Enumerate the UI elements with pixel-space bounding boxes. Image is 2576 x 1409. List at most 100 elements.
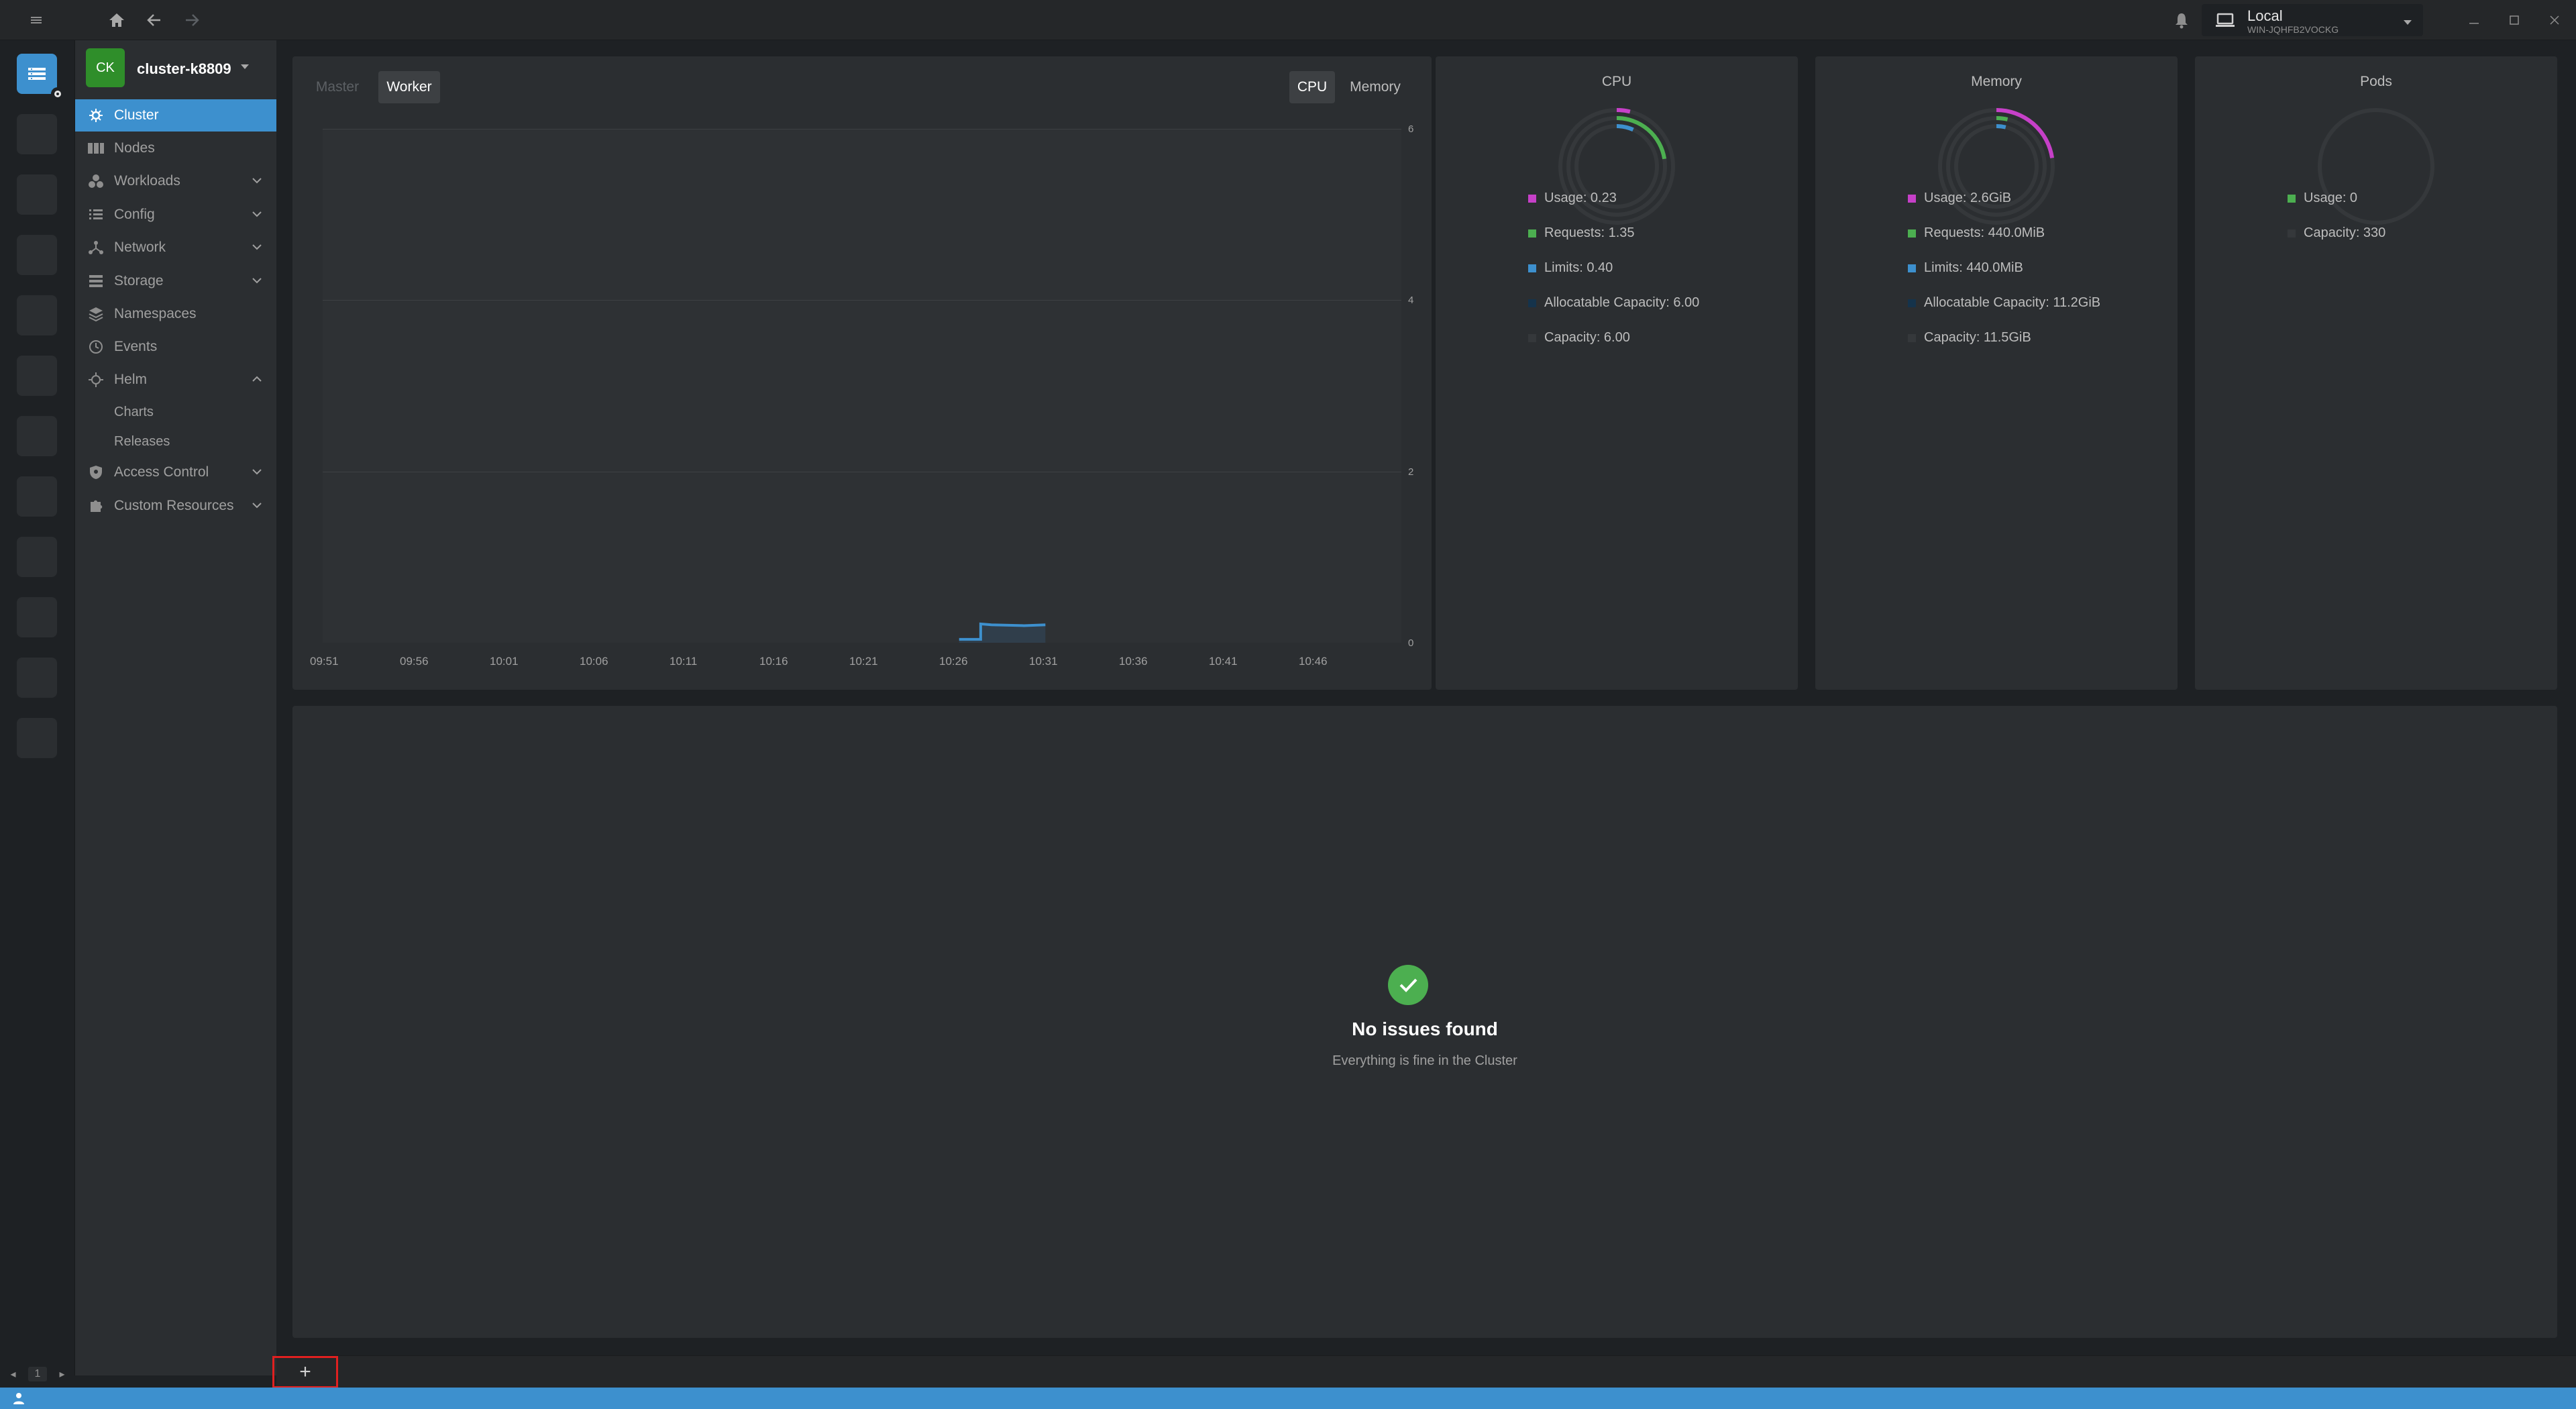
sidebar-item-network[interactable]: Network	[75, 231, 276, 264]
back-arrow-icon[interactable]	[144, 9, 165, 31]
cluster-icon	[86, 105, 106, 125]
chevron-down-icon	[251, 208, 263, 224]
chevron-down-icon	[251, 241, 263, 257]
maximize-icon[interactable]	[2504, 9, 2525, 31]
x-tick-label: 10:11	[669, 655, 698, 668]
memory-legend-allocatable: Allocatable Capacity: 11.2GiB	[1908, 295, 2100, 311]
pods-panel-title: Pods	[2360, 74, 2392, 89]
forward-arrow-icon[interactable]	[181, 9, 203, 31]
metrics-panel: Master Worker CPU Memory 6 4 2 0 09:51 09…	[292, 56, 1432, 690]
hotbar-slot[interactable]	[17, 235, 57, 275]
chevron-down-icon	[251, 174, 263, 191]
cpu-legend-allocatable: Allocatable Capacity: 6.00	[1528, 295, 1699, 311]
chevron-down-icon	[2403, 17, 2412, 30]
sidebar-item-helm[interactable]: Helm	[75, 364, 276, 396]
cpu-legend-requests: Requests: 1.35	[1528, 225, 1635, 241]
hotbar-slot[interactable]	[17, 658, 57, 698]
sidebar-item-config[interactable]: Config	[75, 199, 276, 231]
workloads-icon	[86, 171, 106, 191]
sidebar-item-charts[interactable]: Charts	[114, 405, 154, 420]
hotbar-slot[interactable]	[17, 174, 57, 215]
cluster-list-icon	[28, 68, 46, 80]
memory-legend-capacity: Capacity: 11.5GiB	[1908, 330, 2031, 346]
issues-panel: No issues found Everything is fine in th…	[292, 706, 2557, 1338]
check-circle-icon	[1388, 965, 1428, 1005]
pods-legend-capacity: Capacity: 330	[2288, 225, 2385, 241]
sidebar-item-releases[interactable]: Releases	[114, 434, 170, 450]
menu-icon[interactable]	[25, 9, 47, 31]
hotbar	[0, 40, 75, 1375]
close-icon[interactable]	[2544, 9, 2565, 31]
minimize-icon[interactable]	[2463, 9, 2485, 31]
pods-donut	[2318, 108, 2434, 225]
hotbar-slot[interactable]	[17, 476, 57, 517]
memory-legend-usage: Usage: 2.6GiB	[1908, 191, 2011, 206]
cluster-name: cluster-k8809	[137, 60, 231, 77]
pods-panel: Pods Usage: 0 Capacity: 330	[2195, 56, 2557, 690]
plus-icon: +	[299, 1361, 311, 1383]
tab-master[interactable]: Master	[307, 71, 368, 103]
nodes-icon	[86, 138, 106, 158]
cluster-header[interactable]: CK cluster-k8809	[75, 40, 276, 98]
x-tick-label: 10:46	[1299, 655, 1328, 668]
cluster-avatar: CK	[86, 48, 125, 87]
chevron-up-icon	[251, 373, 263, 389]
sidebar-item-cluster[interactable]: Cluster	[75, 99, 276, 132]
sidebar-item-custom-resources[interactable]: Custom Resources	[75, 490, 276, 522]
config-icon	[86, 205, 106, 225]
x-tick-label: 10:26	[939, 655, 968, 668]
memory-legend-limits: Limits: 440.0MiB	[1908, 260, 2023, 276]
x-tick-label: 10:16	[759, 655, 788, 668]
sidebar-item-namespaces[interactable]: Namespaces	[75, 298, 276, 330]
storage-icon	[86, 271, 106, 291]
sidebar-item-access-control[interactable]: Access Control	[75, 456, 276, 488]
next-page-icon[interactable]: ▸	[59, 1367, 64, 1381]
hotbar-slot[interactable]	[17, 295, 57, 335]
bottom-dock: +	[272, 1355, 2576, 1388]
chevron-down-icon[interactable]	[240, 62, 250, 74]
puzzle-icon	[86, 496, 106, 516]
hotbar-slot[interactable]	[17, 537, 57, 577]
bell-icon[interactable]	[2171, 9, 2192, 31]
sidebar-item-nodes[interactable]: Nodes	[75, 132, 276, 164]
x-tick-label: 10:36	[1119, 655, 1148, 668]
network-icon	[86, 238, 106, 258]
hotbar-slot[interactable]	[17, 416, 57, 456]
tab-worker[interactable]: Worker	[378, 71, 440, 103]
gear-icon	[51, 87, 64, 101]
status-bar	[0, 1388, 2576, 1409]
issues-title: No issues found	[1352, 1019, 1498, 1039]
sidebar-item-workloads[interactable]: Workloads	[75, 165, 276, 197]
chart-series	[959, 622, 1046, 643]
cpu-panel-title: CPU	[1601, 74, 1632, 89]
add-tab-button[interactable]: +	[272, 1356, 338, 1388]
hotbar-slot[interactable]	[17, 718, 57, 758]
hotbar-slot[interactable]	[17, 597, 57, 637]
namespaces-icon	[86, 304, 106, 324]
y-tick-label: 2	[1408, 466, 1414, 478]
x-tick-label: 09:56	[400, 655, 429, 668]
user-icon[interactable]	[12, 1392, 25, 1408]
sidebar-item-events[interactable]: Events	[75, 331, 276, 363]
memory-panel: Memory Usage: 2.6GiB Requests: 440.0MiB …	[1815, 56, 2178, 690]
sidebar-item-storage[interactable]: Storage	[75, 265, 276, 297]
hotbar-pager: ◂ 1 ▸	[0, 1362, 75, 1386]
context-selector[interactable]: Local WIN-JQHFB2VOCKG	[2202, 4, 2423, 36]
events-icon	[86, 337, 106, 357]
prev-page-icon[interactable]: ◂	[11, 1367, 16, 1381]
chevron-down-icon	[251, 274, 263, 291]
tab-cpu[interactable]: CPU	[1289, 71, 1335, 103]
hotbar-slot[interactable]	[17, 114, 57, 154]
context-subtitle: WIN-JQHFB2VOCKG	[2247, 24, 2339, 35]
hotbar-cluster-item[interactable]	[17, 54, 57, 94]
y-tick-label: 4	[1408, 295, 1414, 306]
issues-subtitle: Everything is fine in the Cluster	[1332, 1053, 1517, 1068]
top-bar: Local WIN-JQHFB2VOCKG	[0, 0, 2576, 40]
cpu-panel: CPU Usage: 0.23 Requests: 1.35 Limits: 0…	[1436, 56, 1798, 690]
tab-memory[interactable]: Memory	[1340, 71, 1410, 103]
hotbar-slot[interactable]	[17, 356, 57, 396]
sidebar: CK cluster-k8809 Cluster Nodes Workloads…	[75, 40, 276, 1375]
x-tick-label: 10:31	[1029, 655, 1058, 668]
home-icon[interactable]	[106, 9, 127, 31]
x-tick-label: 10:21	[849, 655, 878, 668]
